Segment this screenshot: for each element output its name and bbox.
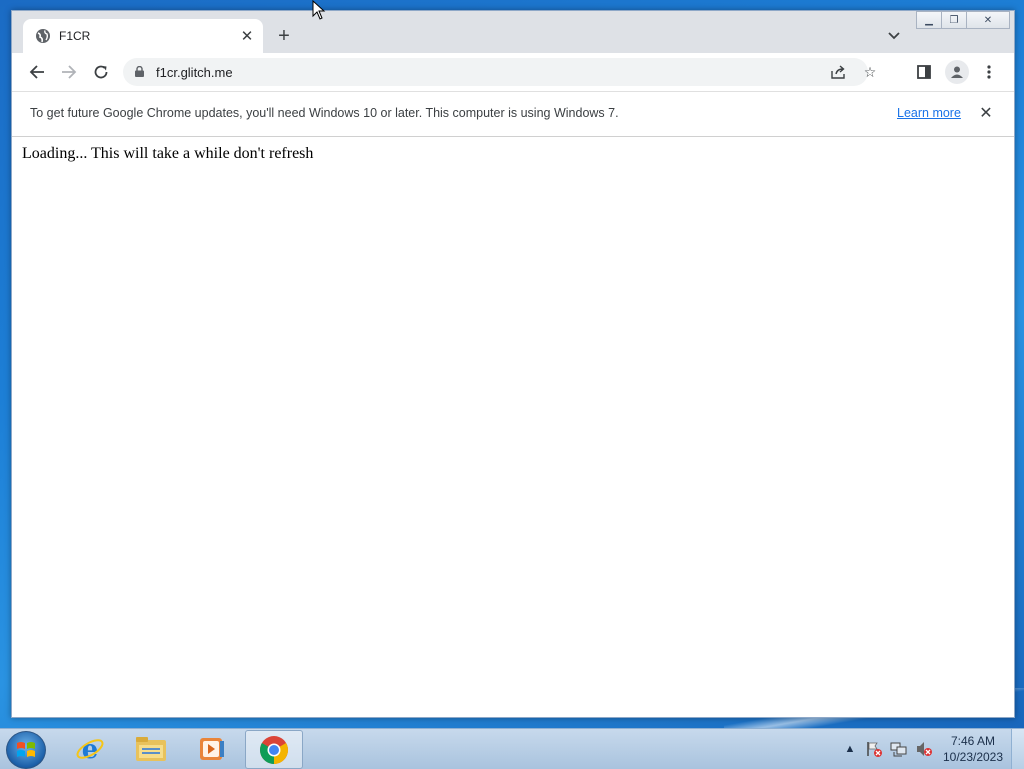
window-controls: ▁ ❐ ✕ xyxy=(916,11,1010,29)
volume-muted-icon[interactable] xyxy=(914,735,934,763)
tab-f1cr[interactable]: F1CR ✕ xyxy=(23,19,263,53)
clock-date: 10/23/2023 xyxy=(942,750,1004,764)
share-icon[interactable] xyxy=(830,63,848,81)
svg-text:e: e xyxy=(82,735,99,764)
maximize-button[interactable]: ❐ xyxy=(941,11,967,29)
taskbar-clock[interactable]: 7:46 AM 10/23/2023 xyxy=(936,733,1010,765)
page-content: Loading... This will take a while don't … xyxy=(12,137,1014,717)
url-text: f1cr.glitch.me xyxy=(156,65,233,80)
action-center-flag-icon[interactable] xyxy=(864,735,884,763)
taskbar: e ▲ 7:46 AM 10/23/2023 xyxy=(0,728,1024,769)
forward-arrow-icon[interactable] xyxy=(57,60,81,84)
tab-search-chevron-icon[interactable] xyxy=(884,26,904,46)
show-hidden-icons-icon[interactable]: ▲ xyxy=(843,735,857,763)
mouse-cursor-icon xyxy=(312,0,326,20)
tab-strip: F1CR ✕ + ▁ ❐ ✕ xyxy=(12,11,1014,53)
toolbar: f1cr.glitch.me ☆ xyxy=(12,53,1014,91)
menu-kebab-icon[interactable] xyxy=(980,63,998,81)
tab-title: F1CR xyxy=(59,29,91,43)
chrome-taskbar-icon[interactable] xyxy=(245,730,303,769)
clock-time: 7:46 AM xyxy=(950,734,996,748)
loading-text: Loading... This will take a while don't … xyxy=(22,145,314,162)
new-tab-button[interactable]: + xyxy=(273,25,295,47)
reload-icon[interactable] xyxy=(89,60,113,84)
update-infobar: To get future Google Chrome updates, you… xyxy=(12,91,1014,137)
profile-avatar-icon[interactable] xyxy=(945,60,969,84)
globe-icon xyxy=(36,29,50,43)
explorer-folder-taskbar-icon[interactable] xyxy=(123,730,179,767)
network-icon[interactable] xyxy=(889,735,909,763)
tab-close-icon[interactable]: ✕ xyxy=(237,26,257,46)
infobar-message: To get future Google Chrome updates, you… xyxy=(30,106,619,120)
windows-logo-icon xyxy=(17,742,35,757)
internet-explorer-taskbar-icon[interactable]: e xyxy=(62,730,118,767)
start-button[interactable] xyxy=(6,731,46,769)
side-panel-icon[interactable] xyxy=(915,63,933,81)
bookmark-star-icon[interactable]: ☆ xyxy=(861,63,879,81)
show-desktop-button[interactable] xyxy=(1011,729,1024,769)
chrome-window: F1CR ✕ + ▁ ❐ ✕ f1cr.glitch.me ☆ To get f… xyxy=(11,10,1015,718)
infobar-close-icon[interactable]: ✕ xyxy=(977,104,995,122)
address-bar[interactable]: f1cr.glitch.me ☆ xyxy=(123,58,876,86)
lock-icon[interactable] xyxy=(135,66,144,77)
back-arrow-icon[interactable] xyxy=(25,60,49,84)
minimize-button[interactable]: ▁ xyxy=(916,11,942,29)
learn-more-link[interactable]: Learn more xyxy=(897,106,961,120)
window-close-button[interactable]: ✕ xyxy=(966,11,1010,29)
media-player-taskbar-icon[interactable] xyxy=(184,730,240,767)
